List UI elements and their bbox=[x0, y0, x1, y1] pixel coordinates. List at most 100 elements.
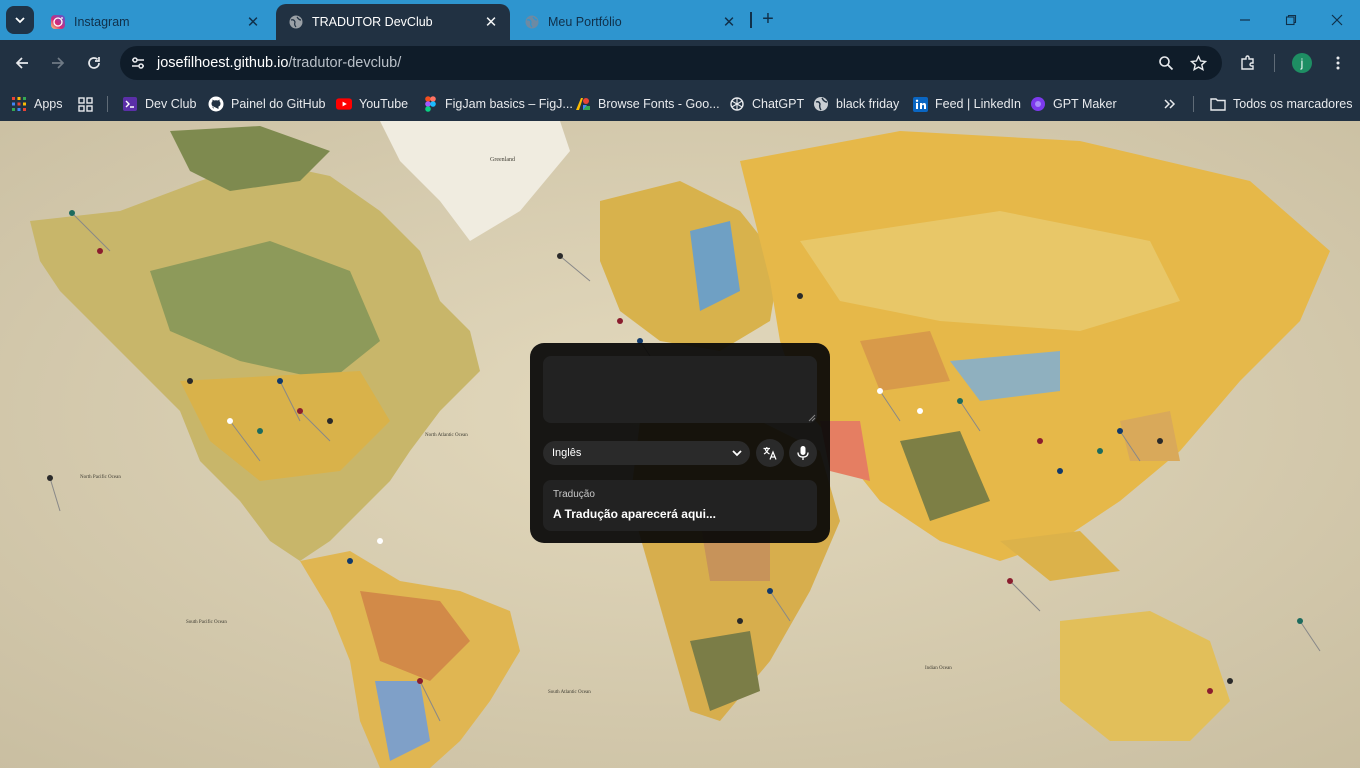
translate-button[interactable] bbox=[756, 439, 784, 467]
bookmark-label: YouTube bbox=[359, 97, 409, 111]
translation-result: A Tradução aparecerá aqui... bbox=[553, 507, 716, 521]
translate-icon bbox=[763, 447, 777, 460]
youtube-icon bbox=[336, 96, 352, 112]
translation-label: Tradução bbox=[553, 489, 595, 500]
restore-button[interactable] bbox=[1268, 0, 1314, 40]
browser-toolbar: josefilhoest.github.io/tradutor-devclub/… bbox=[0, 40, 1360, 86]
map-label-north-atlantic: North Atlantic Ocean bbox=[425, 433, 468, 438]
arrow-left-icon bbox=[15, 57, 28, 69]
source-text-input[interactable] bbox=[543, 356, 817, 423]
url-text[interactable]: josefilhoest.github.io/tradutor-devclub/ bbox=[157, 55, 401, 71]
language-select-value: Inglês bbox=[552, 447, 582, 459]
close-tab-icon[interactable]: ✕ bbox=[482, 13, 500, 31]
folder-icon bbox=[1210, 96, 1226, 112]
more-bookmarks-button[interactable] bbox=[1162, 92, 1185, 116]
bookmark-chatgpt[interactable]: ChatGPT bbox=[729, 92, 804, 116]
bookmark-label: FigJam basics – FigJ... bbox=[445, 97, 573, 111]
url-path: /tradutor-devclub/ bbox=[288, 55, 402, 71]
reload-button[interactable] bbox=[79, 48, 109, 78]
instagram-icon bbox=[51, 15, 65, 29]
bookmark-label: Feed | LinkedIn bbox=[935, 97, 1021, 111]
tab-title: Instagram bbox=[74, 15, 130, 29]
tab-title: TRADUTOR DevClub bbox=[312, 15, 433, 29]
globe-icon bbox=[813, 96, 829, 112]
map-label-indian: Indian Ocean bbox=[925, 666, 952, 671]
bookmark-label: Dev Club bbox=[145, 97, 197, 111]
translator-card: Inglês Tradução A Tradução aparecerá aqu… bbox=[530, 343, 830, 543]
language-select[interactable]: Inglês bbox=[543, 441, 750, 465]
minimize-button[interactable] bbox=[1222, 0, 1268, 40]
puzzle-icon bbox=[1241, 55, 1254, 70]
globe-icon bbox=[525, 15, 539, 29]
zoom-button[interactable] bbox=[1156, 53, 1176, 73]
back-button[interactable] bbox=[7, 48, 37, 78]
bookmark-label: ChatGPT bbox=[752, 97, 805, 111]
translation-output: Tradução A Tradução aparecerá aqui... bbox=[543, 480, 817, 531]
bookmark-star-button[interactable] bbox=[1188, 53, 1208, 73]
close-window-button[interactable] bbox=[1314, 0, 1360, 40]
toolbar-divider bbox=[1274, 54, 1275, 72]
tab-strip: Instagram ✕ TRADUTOR DevClub ✕ Meu Portf… bbox=[0, 0, 1360, 40]
bookmark-figjam[interactable]: FigJam basics – FigJ... bbox=[422, 92, 573, 116]
new-tab-button[interactable]: + bbox=[758, 9, 778, 30]
bookmark-dev-club[interactable]: Dev Club bbox=[122, 92, 196, 116]
forward-button[interactable] bbox=[43, 48, 73, 78]
tune-icon bbox=[132, 57, 144, 69]
bookmark-label: Browse Fonts - Goo... bbox=[598, 97, 720, 111]
site-info-button[interactable] bbox=[128, 53, 148, 73]
bookmark-label: Todos os marcadores bbox=[1233, 97, 1353, 111]
bookmark-painel-github[interactable]: Painel do GitHub bbox=[208, 92, 326, 116]
tab-meu-portfolio[interactable]: Meu Portfólio ✕ bbox=[512, 4, 748, 40]
microphone-icon bbox=[797, 446, 809, 460]
linkedin-icon bbox=[912, 96, 928, 112]
close-tab-icon[interactable]: ✕ bbox=[720, 13, 738, 31]
map-label-greenland: Greenland bbox=[490, 157, 515, 163]
restore-icon bbox=[1285, 14, 1297, 26]
bookmark-label: black friday bbox=[836, 97, 900, 111]
bookmark-youtube[interactable]: YouTube bbox=[336, 92, 408, 116]
menu-button[interactable] bbox=[1323, 48, 1353, 78]
google-fonts-icon bbox=[575, 96, 591, 112]
tab-search-button[interactable] bbox=[6, 6, 34, 34]
tab-instagram[interactable]: Instagram ✕ bbox=[38, 4, 272, 40]
tab-groups-button[interactable] bbox=[77, 92, 100, 116]
gptmaker-icon bbox=[1030, 96, 1046, 112]
address-bar[interactable]: josefilhoest.github.io/tradutor-devclub/ bbox=[120, 46, 1222, 80]
bookmark-gpt-maker[interactable]: GPT Maker bbox=[1030, 92, 1117, 116]
profile-avatar[interactable]: j bbox=[1292, 53, 1312, 73]
zoom-icon bbox=[1159, 56, 1174, 71]
bookmark-linkedin[interactable]: Feed | LinkedIn bbox=[912, 92, 1021, 116]
microphone-button[interactable] bbox=[789, 439, 817, 467]
reload-icon bbox=[88, 57, 100, 69]
close-icon bbox=[1331, 14, 1343, 26]
map-label-south-atlantic: South Atlantic Ocean bbox=[548, 690, 591, 695]
bookmark-google-fonts[interactable]: Browse Fonts - Goo... bbox=[575, 92, 720, 116]
page-viewport: Greenland North Pacific Ocean North Atla… bbox=[0, 121, 1360, 768]
chatgpt-icon bbox=[729, 96, 745, 112]
all-bookmarks-button[interactable]: Todos os marcadores bbox=[1210, 92, 1353, 116]
map-label-south-pacific: South Pacific Ocean bbox=[186, 620, 227, 625]
extensions-button[interactable] bbox=[1233, 48, 1263, 78]
arrow-right-icon bbox=[52, 57, 65, 69]
close-tab-icon[interactable]: ✕ bbox=[244, 13, 262, 31]
globe-icon bbox=[289, 15, 303, 29]
tab-title: Meu Portfólio bbox=[548, 15, 622, 29]
bookmarks-bar: Apps Dev Club Painel do GitHub YouTube F… bbox=[0, 86, 1360, 121]
url-host: josefilhoest.github.io bbox=[157, 55, 289, 71]
apps-grid-icon bbox=[11, 96, 27, 112]
more-vert-icon bbox=[1336, 56, 1340, 70]
devclub-icon bbox=[122, 96, 138, 112]
tab-tradutor-devclub[interactable]: TRADUTOR DevClub ✕ bbox=[276, 4, 510, 40]
minimize-icon bbox=[1240, 19, 1250, 21]
bookmarks-divider bbox=[1193, 96, 1194, 112]
bookmark-black-friday[interactable]: black friday bbox=[813, 92, 899, 116]
chevron-down-icon bbox=[15, 17, 25, 24]
star-icon bbox=[1189, 54, 1207, 71]
bookmark-label: Apps bbox=[34, 97, 63, 111]
chevron-down-icon bbox=[732, 450, 742, 457]
tab-divider bbox=[750, 12, 752, 28]
bookmark-label: GPT Maker bbox=[1053, 97, 1117, 111]
bookmarks-divider bbox=[107, 96, 108, 112]
grid-icon bbox=[77, 96, 93, 112]
bookmark-apps[interactable]: Apps bbox=[11, 92, 63, 116]
